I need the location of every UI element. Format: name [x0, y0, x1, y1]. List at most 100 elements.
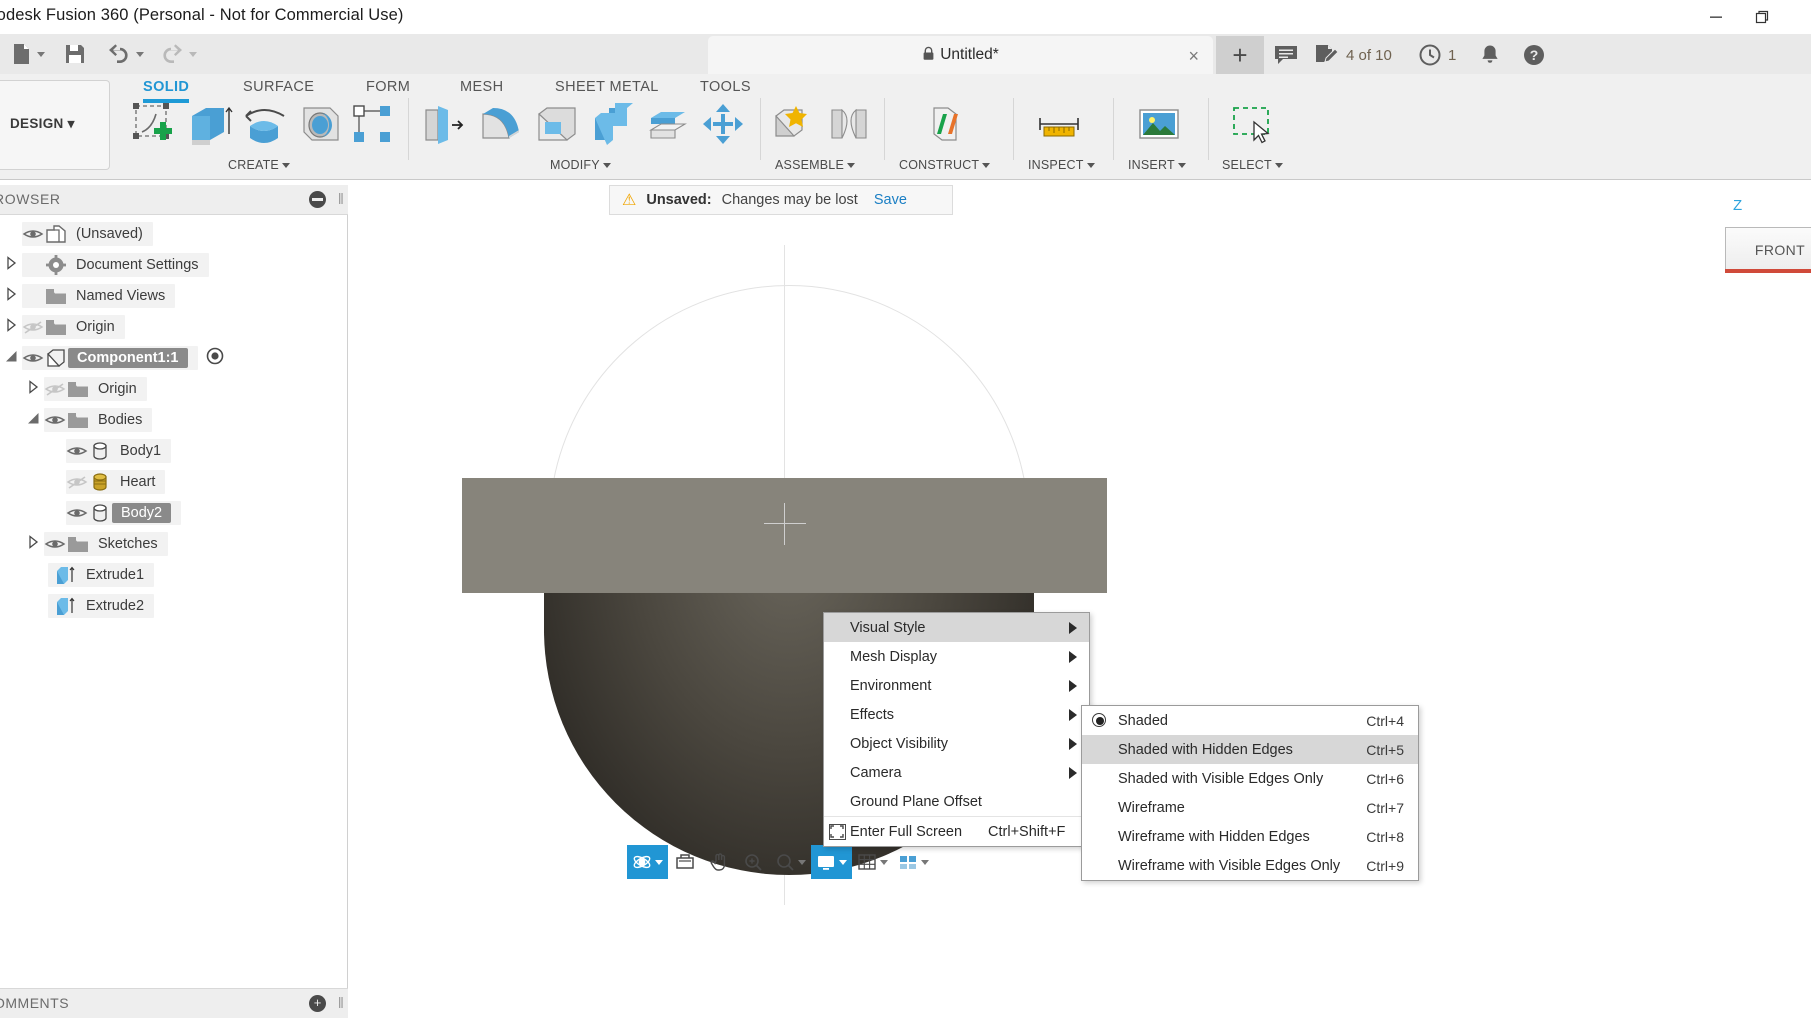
viewcube-front-face[interactable]: FRONT — [1725, 227, 1811, 273]
fillet-button[interactable] — [475, 100, 529, 150]
browser-item-extrude1[interactable]: Extrude1 — [48, 562, 155, 588]
panel-assemble[interactable]: ASSEMBLE — [775, 158, 855, 172]
maximize-button[interactable] — [1739, 0, 1785, 34]
menu-item-effects[interactable]: Effects — [824, 700, 1089, 729]
chevron-down-icon[interactable] — [921, 859, 929, 865]
tab-mesh[interactable]: MESH — [460, 79, 504, 95]
chevron-down-icon[interactable] — [839, 859, 847, 865]
visibility-visible-icon[interactable] — [44, 412, 66, 428]
new-file-button[interactable] — [8, 38, 45, 70]
viewports-button[interactable] — [893, 845, 934, 879]
display-settings-button[interactable] — [811, 845, 852, 879]
look-at-button[interactable] — [668, 845, 702, 879]
extrude-button[interactable] — [184, 100, 238, 150]
measure-button[interactable] — [1034, 100, 1088, 150]
new-component-button[interactable] — [766, 100, 820, 150]
insert-image-button[interactable] — [1134, 100, 1188, 150]
add-comment-button[interactable]: + — [309, 995, 326, 1012]
press-pull-button[interactable] — [418, 100, 472, 150]
expand-arrow-icon[interactable] — [4, 317, 22, 337]
tab-form[interactable]: FORM — [366, 79, 410, 95]
create-sketch-button[interactable] — [128, 100, 182, 150]
browser-item-unsaved[interactable]: (Unsaved) — [4, 221, 153, 247]
orbit-button[interactable] — [627, 845, 668, 879]
browser-item-named-views[interactable]: Named Views — [4, 283, 176, 309]
panel-create[interactable]: CREATE — [228, 158, 290, 172]
panel-construct[interactable]: CONSTRUCT — [899, 158, 991, 172]
menu-item-ground-plane-offset[interactable]: Ground Plane Offset — [824, 787, 1089, 816]
combine-button[interactable] — [587, 100, 641, 150]
collapse-icon[interactable] — [309, 191, 326, 208]
tab-surface[interactable]: SURFACE — [243, 79, 314, 95]
revolve-button[interactable] — [240, 100, 294, 150]
chevron-down-icon[interactable] — [655, 859, 663, 865]
sweep-button[interactable] — [296, 100, 350, 150]
expand-arrow-icon[interactable] — [26, 534, 44, 554]
visibility-visible-icon[interactable] — [44, 536, 66, 552]
undo-button[interactable] — [105, 38, 144, 70]
panel-select[interactable]: SELECT — [1222, 158, 1283, 172]
visibility-visible-icon[interactable] — [66, 505, 88, 521]
activate-component-radio[interactable] — [206, 347, 224, 370]
visual-style-shaded-with-hidden-edges[interactable]: Shaded with Hidden Edges Ctrl+5 — [1082, 735, 1418, 764]
visual-style-shaded-with-visible-edges-only[interactable]: Shaded with Visible Edges Only Ctrl+6 — [1082, 764, 1418, 793]
browser-item-origin[interactable]: Origin — [26, 376, 147, 402]
jobs-status-button[interactable]: 4 of 10 — [1312, 36, 1392, 74]
visibility-visible-icon[interactable] — [66, 443, 88, 459]
pan-button[interactable] — [702, 845, 736, 879]
zoom-window-button[interactable] — [770, 845, 811, 879]
browser-item-origin[interactable]: Origin — [4, 314, 125, 340]
browser-item-bodies[interactable]: Bodies — [26, 407, 153, 433]
version-history-button[interactable]: 1 — [1418, 36, 1456, 74]
panel-insert[interactable]: INSERT — [1128, 158, 1186, 172]
visibility-hidden-icon[interactable] — [44, 381, 66, 397]
collapse-arrow-icon[interactable] — [4, 349, 22, 368]
expand-arrow-icon[interactable] — [4, 255, 22, 275]
browser-item-component1-1[interactable]: Component1:1 — [4, 345, 224, 371]
collapse-arrow-icon[interactable] — [26, 411, 44, 430]
visibility-hidden-icon[interactable] — [66, 474, 88, 490]
visual-style-wireframe-with-visible-edges-only[interactable]: Wireframe with Visible Edges Only Ctrl+9 — [1082, 851, 1418, 880]
new-tab-button[interactable]: + — [1216, 36, 1264, 74]
tab-sheet-metal[interactable]: SHEET METAL — [555, 79, 659, 95]
pattern-button[interactable] — [348, 100, 402, 150]
visual-style-wireframe-with-hidden-edges[interactable]: Wireframe with Hidden Edges Ctrl+8 — [1082, 822, 1418, 851]
visibility-visible-icon[interactable] — [22, 226, 44, 242]
notifications-button[interactable] — [1478, 36, 1502, 74]
close-tab-button[interactable]: × — [1188, 46, 1199, 67]
menu-item-visual-style[interactable]: Visual Style — [824, 613, 1089, 642]
visual-style-wireframe[interactable]: Wireframe Ctrl+7 — [1082, 793, 1418, 822]
visual-style-shaded[interactable]: Shaded Ctrl+4 — [1082, 706, 1418, 735]
select-tool-button[interactable] — [1228, 100, 1282, 150]
panel-inspect[interactable]: INSPECT — [1028, 158, 1095, 172]
expand-arrow-icon[interactable] — [4, 286, 22, 306]
joint-button[interactable] — [824, 100, 878, 150]
menu-item-mesh-display[interactable]: Mesh Display — [824, 642, 1089, 671]
expand-arrow-icon[interactable] — [26, 379, 44, 399]
menu-item-camera[interactable]: Camera — [824, 758, 1089, 787]
view-cube[interactable]: Z FRONT — [1711, 195, 1811, 285]
grip-icon[interactable]: ‖ — [338, 191, 344, 208]
tab-solid[interactable]: SOLID — [143, 79, 190, 103]
browser-item-document-settings[interactable]: Document Settings — [4, 252, 209, 278]
browser-item-heart[interactable]: Heart — [48, 469, 166, 495]
chevron-down-icon[interactable] — [798, 859, 806, 865]
enter-full-screen-item[interactable]: Enter Full Screen Ctrl+Shift+F — [824, 816, 1089, 846]
panel-modify[interactable]: MODIFY — [550, 158, 611, 172]
minimize-button[interactable] — [1693, 0, 1739, 34]
browser-item-sketches[interactable]: Sketches — [26, 531, 168, 557]
zoom-button[interactable] — [736, 845, 770, 879]
grip-icon[interactable]: ‖ — [338, 995, 344, 1012]
move-copy-button[interactable] — [699, 100, 753, 150]
browser-item-extrude2[interactable]: Extrude2 — [48, 593, 155, 619]
chevron-down-icon[interactable] — [880, 859, 888, 865]
save-link[interactable]: Save — [874, 192, 907, 208]
grid-snaps-button[interactable] — [852, 845, 893, 879]
tab-tools[interactable]: TOOLS — [700, 79, 751, 95]
redo-button[interactable] — [158, 38, 197, 70]
save-button[interactable] — [62, 38, 88, 70]
shell-button[interactable] — [531, 100, 585, 150]
menu-item-environment[interactable]: Environment — [824, 671, 1089, 700]
canvas[interactable]: ⚠ Unsaved: Changes may be lost Save Z FR… — [349, 185, 1811, 1018]
help-button[interactable]: ? — [1522, 36, 1546, 74]
